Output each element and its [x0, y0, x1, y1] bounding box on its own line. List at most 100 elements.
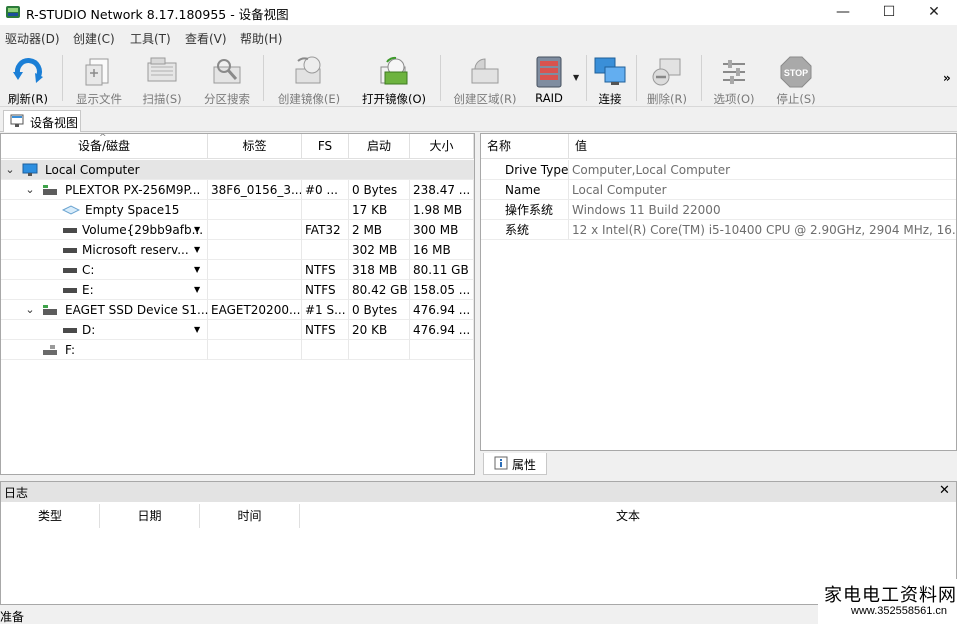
toolbar-overflow-button[interactable]: »	[943, 71, 951, 85]
connect-button[interactable]: 连接	[591, 53, 629, 106]
tree-row-disk[interactable]: EAGET20200... #1 S... 0 Bytes 476.94 ...…	[1, 300, 474, 320]
create-region-button[interactable]: 创建区域(R)	[448, 53, 522, 106]
menu-bar: 驱动器(D) 创建(C) 工具(T) 查看(V) 帮助(H)	[0, 26, 957, 48]
partition-icon	[63, 268, 77, 273]
refresh-button[interactable]: 刷新(R)	[2, 53, 54, 106]
tree-row-size: 300 MB	[410, 220, 474, 240]
scan-button[interactable]: 扫描(S)	[137, 53, 187, 106]
tree-row-partition[interactable]: NTFS 318 MB 80.11 GB C: ▼	[1, 260, 474, 280]
tree-row-size: 476.94 ...	[410, 300, 474, 320]
tree-row-empty-space[interactable]: 17 KB 1.98 MB Empty Space15	[1, 200, 474, 220]
empty-space-icon	[62, 205, 80, 215]
tree-row-name: D:	[82, 323, 96, 337]
raid-dropdown-arrow-icon[interactable]: ▼	[573, 73, 579, 82]
create-image-icon	[295, 56, 321, 84]
collapse-chevron-icon[interactable]: ⌄	[23, 300, 37, 320]
tree-row-partition[interactable]: NTFS 20 KB 476.94 ... D: ▼	[1, 320, 474, 340]
tree-row-fs: #1 S...	[302, 300, 349, 320]
collapse-chevron-icon[interactable]: ⌄	[23, 180, 37, 200]
partition-search-icon	[213, 59, 241, 84]
tree-row-name: EAGET SSD Device S1...	[65, 303, 209, 317]
tree-row-local-computer[interactable]: ⌄ Local Computer	[1, 160, 474, 180]
tree-row-start: 302 MB	[349, 240, 410, 260]
log-column-date[interactable]: 日期	[100, 504, 200, 528]
tree-row-start: 318 MB	[349, 260, 410, 280]
menu-drives[interactable]: 驱动器(D)	[5, 30, 60, 47]
tree-row-start: 20 KB	[349, 320, 410, 340]
menu-create[interactable]: 创建(C)	[73, 30, 115, 47]
column-header-value[interactable]: 值	[569, 134, 956, 159]
toolbar: 刷新(R) 显示文件 扫描(S) 分区搜索 创建镜像(E) 打开镜像(O) 创建…	[0, 49, 957, 107]
property-name: Name	[481, 180, 569, 200]
dropdown-arrow-icon[interactable]: ▼	[194, 320, 200, 340]
hard-disk-icon	[43, 185, 57, 195]
tree-row-start: 0 Bytes	[349, 300, 410, 320]
options-button[interactable]: 选项(O)	[708, 53, 760, 106]
window-title: R-STUDIO Network 8.17.180955 - 设备视图	[26, 7, 289, 22]
maximize-button[interactable]: ☐	[866, 0, 912, 25]
tree-row-disk[interactable]: 38F6_0156_3... #0 ... 0 Bytes 238.47 ...…	[1, 180, 474, 200]
menu-tools[interactable]: 工具(T)	[130, 30, 171, 47]
collapse-chevron-icon[interactable]: ⌄	[3, 160, 17, 180]
column-header-fs[interactable]: FS	[302, 134, 349, 159]
tree-row-partition[interactable]: 302 MB 16 MB Microsoft reserv... ▼	[1, 240, 474, 260]
tree-row-size: 238.47 ...	[410, 180, 474, 200]
minimize-button[interactable]: —	[820, 0, 866, 25]
tab-device-view[interactable]: 设备视图	[3, 110, 81, 132]
column-header-device[interactable]: ^ 设备/磁盘	[1, 134, 208, 159]
properties-pane: 名称 值 Drive Type Computer,Local Computer …	[480, 133, 957, 451]
column-header-start[interactable]: 启动	[349, 134, 410, 159]
watermark-title: 家电电工资料网	[824, 585, 957, 606]
watermark-url: www.352558561.cn	[851, 605, 948, 617]
menu-help[interactable]: 帮助(H)	[240, 30, 282, 47]
property-row[interactable]: Name Local Computer	[481, 180, 956, 200]
tree-row-name: F:	[65, 343, 76, 357]
raid-button[interactable]: RAID	[530, 53, 568, 105]
column-header-name[interactable]: 名称	[481, 134, 569, 159]
partition-search-button[interactable]: 分区搜索	[198, 53, 256, 106]
menu-view[interactable]: 查看(V)	[185, 30, 227, 47]
column-header-size[interactable]: 大小	[410, 134, 474, 159]
tree-row-fs: FAT32	[302, 220, 349, 240]
dropdown-arrow-icon[interactable]: ▼	[194, 280, 200, 300]
tree-row-removable[interactable]: F:	[1, 340, 474, 360]
tab-properties[interactable]: 属性	[483, 453, 547, 475]
open-image-button[interactable]: 打开镜像(O)	[356, 53, 432, 106]
toolbar-separator	[701, 55, 702, 101]
computer-icon	[22, 163, 38, 176]
dropdown-arrow-icon[interactable]: ▼	[194, 240, 200, 260]
device-view-icon	[10, 114, 24, 127]
tree-row-fs: NTFS	[302, 280, 349, 300]
toolbar-separator	[62, 55, 63, 101]
log-column-type[interactable]: 类型	[1, 504, 100, 528]
tree-row-size: 80.11 GB	[410, 260, 474, 280]
partition-icon	[63, 288, 77, 293]
create-image-button[interactable]: 创建镜像(E)	[272, 53, 346, 106]
property-value: Computer,Local Computer	[569, 160, 956, 180]
property-name: 系统	[481, 220, 569, 240]
delete-button[interactable]: 删除(R)	[641, 53, 693, 106]
tree-row-name: PLEXTOR PX-256M9P...	[65, 183, 201, 197]
property-value: Windows 11 Build 22000	[569, 200, 956, 220]
stop-button[interactable]: STOP 停止(S)	[770, 53, 822, 106]
property-row[interactable]: 操作系统 Windows 11 Build 22000	[481, 200, 956, 220]
tree-row-name: E:	[82, 283, 94, 297]
close-button[interactable]: ✕	[911, 0, 957, 25]
dropdown-arrow-icon[interactable]: ▼	[194, 260, 200, 280]
log-close-icon[interactable]: ✕	[939, 483, 950, 498]
app-logo-icon	[6, 6, 20, 18]
column-header-label[interactable]: 标签	[208, 134, 302, 159]
property-name: Drive Type	[481, 160, 569, 180]
tree-row-partition[interactable]: FAT32 2 MB 300 MB Volume{29bb9afb... ▼	[1, 220, 474, 240]
toolbar-separator	[263, 55, 264, 101]
property-value: Local Computer	[569, 180, 956, 200]
log-column-time[interactable]: 时间	[200, 504, 300, 528]
property-row[interactable]: 系统 12 x Intel(R) Core(TM) i5-10400 CPU @…	[481, 220, 956, 240]
dropdown-arrow-icon[interactable]: ▼	[194, 220, 200, 240]
tree-row-partition[interactable]: NTFS 80.42 GB 158.05 ... E: ▼	[1, 280, 474, 300]
info-icon	[494, 456, 508, 470]
log-column-text[interactable]: 文本	[300, 504, 956, 528]
toolbar-separator	[440, 55, 441, 101]
show-files-button[interactable]: 显示文件	[70, 53, 128, 106]
property-row[interactable]: Drive Type Computer,Local Computer	[481, 160, 956, 180]
